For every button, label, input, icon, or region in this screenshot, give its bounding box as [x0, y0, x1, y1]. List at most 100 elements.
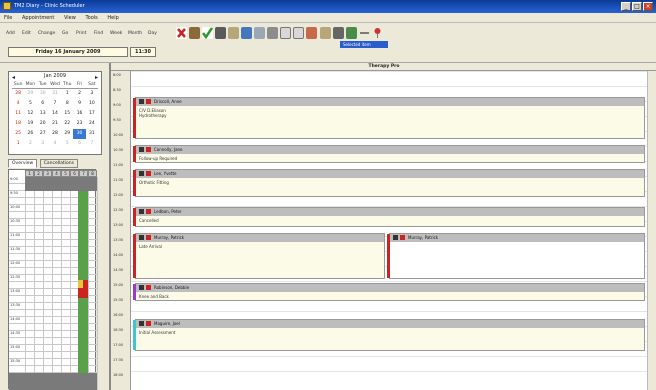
calendar-day[interactable]: 7 [49, 99, 61, 109]
toolbar-day-button[interactable]: Day [148, 31, 157, 36]
calendar-day[interactable]: 18 [12, 119, 24, 129]
check-icon[interactable] [202, 27, 214, 40]
patient-card-icon[interactable] [393, 235, 398, 240]
calendar-day[interactable]: 5 [24, 99, 36, 109]
calendar-day[interactable]: 10 [86, 99, 98, 109]
appointment-header[interactable]: Lee, Yvette [136, 170, 644, 178]
calendar-day[interactable]: 5 [61, 139, 73, 149]
calendar-day[interactable]: 31 [49, 89, 61, 99]
appointment-header[interactable]: Maguire, Joel [136, 320, 644, 328]
appointment-block[interactable]: Murray, Patrick [387, 233, 645, 279]
tab-overview[interactable]: Overview [8, 159, 38, 168]
maximize-button[interactable]: □ [632, 2, 642, 11]
calendar-day[interactable]: 4 [49, 139, 61, 149]
next-month-button[interactable]: ▸ [95, 73, 98, 82]
calendar-day[interactable]: 24 [86, 119, 98, 129]
calendar-day[interactable]: 2 [24, 139, 36, 149]
notes-icon[interactable] [280, 27, 291, 39]
list-icon[interactable] [228, 27, 239, 39]
toolbar-find-button[interactable]: Find [94, 31, 103, 36]
resource-column-header[interactable]: 2 [34, 170, 43, 177]
appointment-header[interactable]: Murray, Patrick [136, 234, 384, 242]
calendar-day[interactable]: 7 [86, 139, 98, 149]
calendar-day[interactable]: 3 [86, 89, 98, 99]
appointment-block[interactable]: Maguire, Joel Initial Assessment [133, 319, 645, 351]
doc-icon[interactable] [346, 27, 357, 39]
appointment-header[interactable]: Murray, Patrick [390, 234, 644, 242]
menu-appointment[interactable]: Appointment [18, 13, 58, 21]
resource-column-header[interactable]: 8 [88, 170, 97, 177]
calendar-day[interactable]: 23 [73, 119, 85, 129]
appointment-block[interactable]: Ledbon, Peter Cancelled [133, 207, 645, 227]
user-icon[interactable] [320, 27, 331, 39]
patient-card-icon[interactable] [139, 321, 144, 326]
toolbar-month-button[interactable]: Month [128, 31, 142, 36]
menu-help[interactable]: Help [103, 13, 122, 21]
delete-icon[interactable] [176, 27, 187, 39]
car-icon[interactable] [241, 27, 252, 39]
toolbar-week-button[interactable]: Week [110, 31, 122, 36]
calendar-day[interactable]: 15 [61, 109, 73, 119]
calendar-day[interactable]: 30 [73, 129, 86, 139]
minimize-button[interactable]: _ [621, 2, 631, 11]
patient-card-icon[interactable] [139, 235, 144, 240]
resource-column-header[interactable]: 5 [61, 170, 70, 177]
resource-column-header[interactable]: 1 [25, 170, 34, 177]
calendar-day[interactable]: 13 [37, 109, 49, 119]
appointment-header[interactable]: Driscoll, Anne [136, 98, 644, 106]
calendar-day[interactable]: 16 [73, 109, 85, 119]
patient-card-icon[interactable] [139, 209, 144, 214]
resource-column-header[interactable]: 4 [52, 170, 61, 177]
calendar-day[interactable]: 12 [24, 109, 36, 119]
appointment-block[interactable]: Robinson, Debbie Knee and Back [133, 283, 645, 301]
printer-icon[interactable] [333, 27, 344, 39]
calendar-day[interactable]: 28 [12, 89, 24, 99]
arrow-icon[interactable] [359, 27, 370, 39]
toolbar-add-button[interactable]: Add [6, 31, 15, 36]
patient-card-icon[interactable] [139, 171, 144, 176]
resource-column-header[interactable]: 3 [43, 170, 52, 177]
calendar-day[interactable]: 17 [86, 109, 98, 119]
vertical-scrollbar[interactable] [647, 71, 656, 390]
calendar-day[interactable]: 9 [73, 99, 85, 109]
appointment-block[interactable]: Connolly, Jane Follow-up Required [133, 145, 645, 163]
calendar-day[interactable]: 22 [61, 119, 73, 129]
calendar-day[interactable]: 3 [37, 139, 49, 149]
menu-view[interactable]: View [60, 13, 80, 21]
toolbar-edit-button[interactable]: Edit [22, 31, 31, 36]
cut-icon[interactable] [189, 27, 200, 39]
menu-tools[interactable]: Tools [81, 13, 101, 21]
calendar-day[interactable]: 29 [24, 89, 36, 99]
booking-bar[interactable] [83, 280, 88, 298]
appointment-header[interactable]: Connolly, Jane [136, 146, 644, 154]
calendar-day[interactable]: 2 [73, 89, 85, 99]
tab-cancellations[interactable]: Cancellations [39, 159, 78, 168]
patient-card-icon[interactable] [139, 285, 144, 290]
close-button[interactable]: × [643, 2, 653, 11]
calendar-day[interactable]: 1 [61, 89, 73, 99]
pin-icon[interactable] [372, 27, 383, 39]
toolbar-change-button[interactable]: Change [38, 31, 55, 36]
resource-column-header[interactable]: 6 [70, 170, 79, 177]
appointment-header[interactable]: Robinson, Debbie [136, 284, 644, 292]
calendar-day[interactable]: 6 [73, 139, 85, 149]
calendar-day[interactable]: 30 [37, 89, 49, 99]
calendar-day[interactable]: 8 [61, 99, 73, 109]
calendar-day[interactable]: 21 [49, 119, 61, 129]
calendar-day[interactable]: 4 [12, 99, 24, 109]
calendar-day[interactable]: 19 [24, 119, 36, 129]
appointment-block[interactable]: Lee, Yvette Orthotic Fitting [133, 169, 645, 197]
calendar-day[interactable]: 1 [12, 139, 24, 149]
calendar-day[interactable]: 14 [49, 109, 61, 119]
calendar-day[interactable]: 28 [49, 129, 61, 139]
calendar-icon[interactable] [293, 27, 304, 39]
toolbar-go-button[interactable]: Go [62, 31, 68, 36]
copy-icon[interactable] [267, 27, 278, 39]
patient-card-icon[interactable] [139, 147, 144, 152]
person-icon[interactable] [215, 27, 226, 39]
calendar-day[interactable]: 26 [24, 129, 36, 139]
appointment-block[interactable]: Driscoll, Anne C/V D.Eliason Hydrotherapy [133, 97, 645, 139]
clock-icon[interactable] [254, 27, 265, 39]
calendar-day[interactable]: 20 [37, 119, 49, 129]
calendar-day[interactable]: 25 [12, 129, 24, 139]
